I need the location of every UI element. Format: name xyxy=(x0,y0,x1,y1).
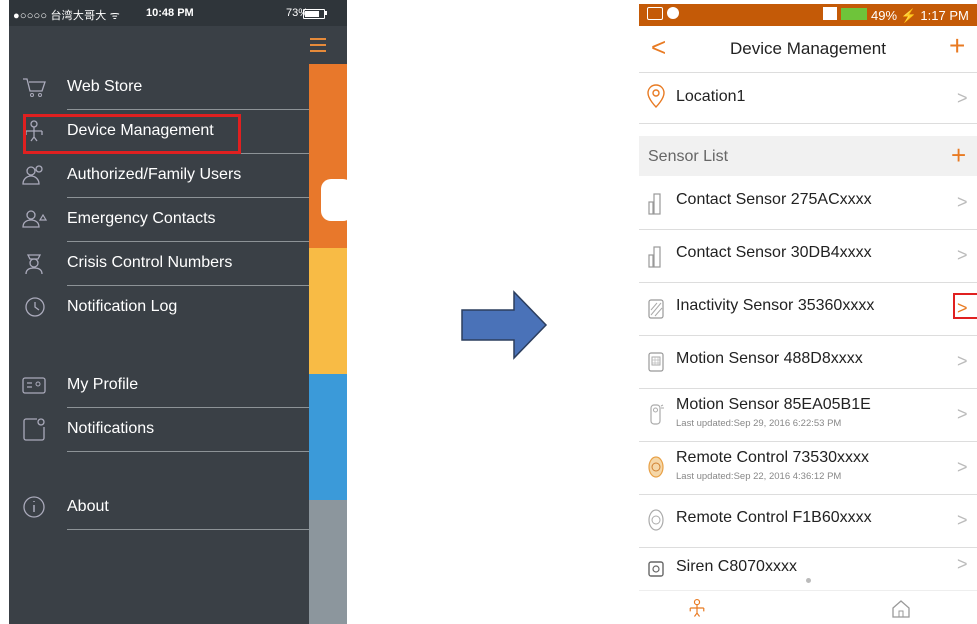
chevron-right-icon: > xyxy=(957,192,968,212)
sensor-list-header: Sensor List + xyxy=(639,136,977,176)
menu-item-my-profile[interactable]: My Profile xyxy=(9,364,309,408)
menu-item-notifications[interactable]: Notifications xyxy=(9,408,309,452)
list-item[interactable]: Contact Sensor 275ACxxxx > xyxy=(639,177,977,230)
sensor-name: Contact Sensor 275ACxxxx xyxy=(676,191,872,208)
list-item[interactable]: Contact Sensor 30DB4xxxx > xyxy=(639,230,977,283)
sensor-name: Motion Sensor 85EA05B1E xyxy=(676,396,871,413)
menu-label: Crisis Control Numbers xyxy=(67,254,233,271)
chevron-right-icon: > xyxy=(957,404,968,424)
battery-icon xyxy=(303,9,325,19)
right-status-bar: 49% ⚡ 1:17 PM xyxy=(639,4,977,26)
menu-item-authorized-users[interactable]: Authorized/Family Users xyxy=(9,154,309,198)
left-status-bar: ●○○○○ 台湾大哥大 ᯤ 10:48 PM 73% xyxy=(9,0,347,26)
signal-icon xyxy=(841,8,867,20)
mail-icon xyxy=(647,7,663,20)
emergency-contact-icon xyxy=(22,210,47,228)
sensor-name: Remote Control F1B60xxxx xyxy=(676,509,872,526)
menu-item-about[interactable]: About xyxy=(9,486,309,530)
menu-item-emergency-contacts[interactable]: Emergency Contacts xyxy=(9,198,309,242)
motion-sensor-icon xyxy=(648,352,664,372)
siren-icon xyxy=(648,561,664,577)
contact-sensor-icon xyxy=(648,246,661,268)
menu-item-crisis-control[interactable]: Crisis Control Numbers xyxy=(9,242,309,286)
add-button[interactable]: + xyxy=(949,30,965,62)
sensor-name: Contact Sensor 30DB4xxxx xyxy=(676,244,872,261)
whatsapp-icon xyxy=(667,7,679,19)
tab-bar xyxy=(639,590,977,624)
menu-label: About xyxy=(67,498,109,515)
menu-item-notification-log[interactable]: Notification Log xyxy=(9,286,309,330)
inactivity-sensor-icon xyxy=(648,299,664,319)
chevron-right-icon: > xyxy=(957,510,968,530)
hamburger-icon[interactable] xyxy=(310,38,326,52)
menu-label: Notifications xyxy=(67,420,155,437)
chevron-right-icon: > xyxy=(957,88,968,108)
device-tree-icon[interactable] xyxy=(686,597,708,619)
sensor-name: Inactivity Sensor 35360xxxx xyxy=(676,297,875,314)
list-item[interactable]: Remote Control F1B60xxxx > xyxy=(639,495,977,548)
last-updated-text: Last updated:Sep 22, 2016 4:36:12 PM xyxy=(676,471,842,482)
contact-sensor-icon xyxy=(648,193,661,215)
add-sensor-button[interactable]: + xyxy=(951,140,966,171)
strip-blue xyxy=(309,374,347,500)
chevron-right-icon: > xyxy=(957,351,968,371)
status-time: 10:48 PM xyxy=(146,7,194,19)
chevron-right-icon: > xyxy=(957,554,968,574)
notification-icon xyxy=(23,418,45,441)
remote-control-icon xyxy=(648,456,664,478)
sensor-name: Siren C8070xxxx xyxy=(676,558,797,575)
last-updated-text: Last updated:Sep 29, 2016 6:22:53 PM xyxy=(676,418,842,429)
history-clock-icon xyxy=(25,297,45,317)
list-item[interactable]: Siren C8070xxxx > xyxy=(639,548,977,578)
list-item[interactable]: Remote Control 73530xxxx Last updated:Se… xyxy=(639,442,977,495)
list-item[interactable]: Inactivity Sensor 35360xxxx > xyxy=(639,283,977,336)
header-bar: < Device Management + xyxy=(639,26,977,73)
menu-label: Emergency Contacts xyxy=(67,210,216,227)
menu-item-web-store[interactable]: Web Store xyxy=(9,66,309,110)
menu-label: Authorized/Family Users xyxy=(67,166,242,183)
profile-card-icon xyxy=(22,377,46,394)
location-pin-icon xyxy=(647,84,665,108)
location-label: Location1 xyxy=(676,88,746,105)
home-icon[interactable] xyxy=(891,599,911,619)
right-arrow-icon xyxy=(461,290,548,360)
left-phone-drawer: ●○○○○ 台湾大哥大 ᯤ 10:48 PM 73% Web Store Dev… xyxy=(9,0,347,624)
strip-gray xyxy=(309,500,347,624)
right-phone-device-management: 49% ⚡ 1:17 PM < Device Management + Loca… xyxy=(639,4,977,624)
status-text: 49% ⚡ 1:17 PM xyxy=(871,8,969,23)
motion-sensor-icon xyxy=(650,404,664,425)
menu-label: My Profile xyxy=(67,376,139,393)
officer-icon xyxy=(25,254,43,275)
menu-label: Web Store xyxy=(67,78,143,95)
toggle-knob xyxy=(321,179,347,221)
section-title: Sensor List xyxy=(648,148,729,165)
list-item[interactable]: Motion Sensor 488D8xxxx > xyxy=(639,336,977,389)
cart-icon xyxy=(23,78,46,97)
sensor-name: Remote Control 73530xxxx xyxy=(676,449,869,466)
strip-yellow xyxy=(309,248,347,374)
location-row[interactable]: Location1 > xyxy=(639,73,977,124)
remote-control-icon xyxy=(648,509,664,531)
users-icon xyxy=(22,165,43,185)
sensor-name: Motion Sensor 488D8xxxx xyxy=(676,350,863,367)
list-item[interactable]: Motion Sensor 85EA05B1E Last updated:Sep… xyxy=(639,389,977,442)
carrier-label: ●○○○○ 台湾大哥大 ᯤ xyxy=(13,10,120,22)
highlight-box xyxy=(23,114,241,154)
menu-label: Notification Log xyxy=(67,298,178,315)
page-title: Device Management xyxy=(730,39,886,58)
sim-icon xyxy=(823,7,837,20)
page-indicator xyxy=(806,578,811,583)
chevron-right-icon: > xyxy=(957,245,968,265)
highlight-box xyxy=(953,293,977,319)
chevron-right-icon: > xyxy=(957,457,968,477)
info-icon xyxy=(23,496,45,518)
